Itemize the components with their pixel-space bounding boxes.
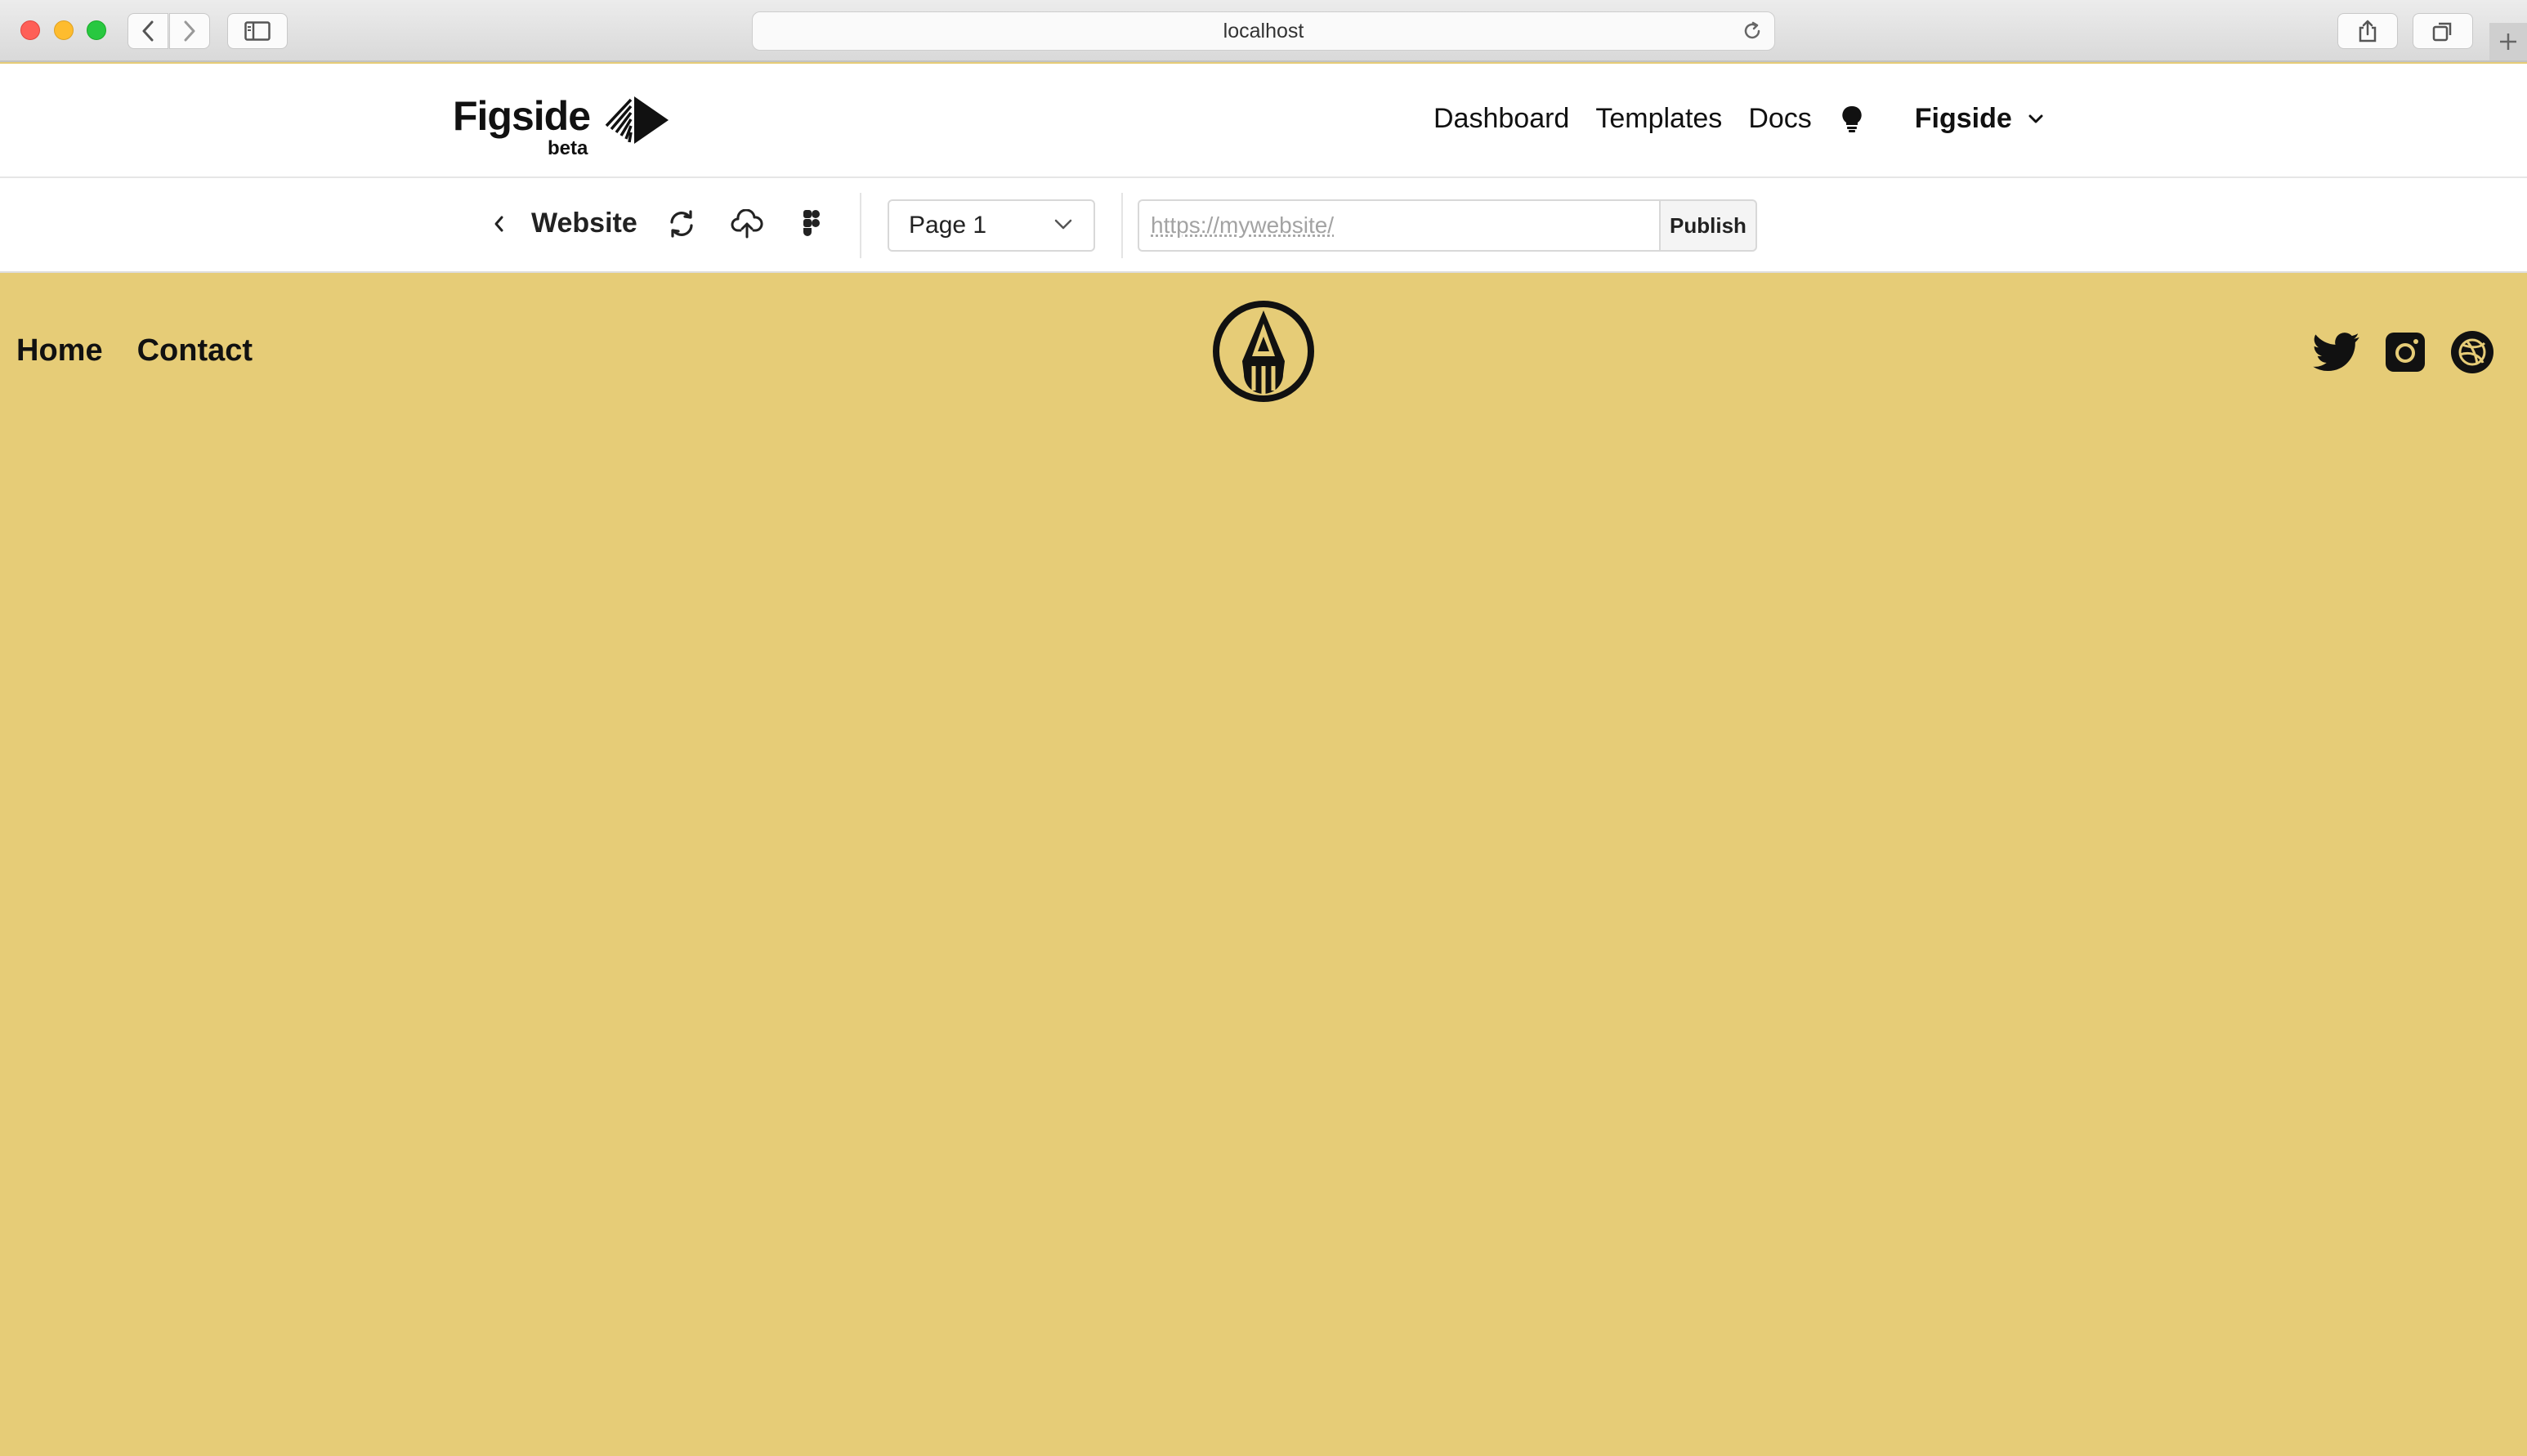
back-button[interactable]: [487, 211, 510, 237]
editor-toolbar: Website Page 1 Publish: [0, 178, 2527, 273]
site-title: Website: [531, 208, 637, 239]
lightbulb-icon[interactable]: [1841, 105, 1863, 133]
browser-forward-button[interactable]: [169, 13, 210, 49]
cloud-upload-icon[interactable]: [731, 209, 763, 240]
chevron-down-icon: [1054, 219, 1072, 230]
twitter-icon[interactable]: [2313, 333, 2360, 372]
site-nav-home[interactable]: Home: [16, 333, 103, 368]
page-select[interactable]: Page 1: [888, 199, 1095, 252]
plus-icon: [2500, 33, 2516, 50]
nav-link-dashboard[interactable]: Dashboard: [1433, 103, 1569, 135]
sidebar-icon: [244, 21, 271, 41]
account-menu[interactable]: Figside: [1915, 103, 2043, 135]
site-logo[interactable]: [1211, 299, 1316, 408]
figma-icon[interactable]: [803, 209, 821, 237]
main-nav: Dashboard Templates Docs Figside: [1433, 103, 2043, 135]
figside-logo-icon: [605, 96, 669, 144]
pencil-logo-icon: [1213, 301, 1314, 402]
chevron-left-icon: [494, 216, 503, 232]
forward-icon: [184, 20, 195, 42]
toolbar-divider: [860, 193, 861, 258]
brand-name: Figside: [453, 93, 591, 139]
new-tab-button[interactable]: [2489, 23, 2527, 60]
publish-button[interactable]: Publish: [1659, 199, 1757, 252]
site-url-input[interactable]: [1138, 199, 1661, 252]
nav-link-docs[interactable]: Docs: [1748, 103, 1811, 135]
site-nav: Home Contact: [16, 333, 287, 368]
address-text: localhost: [1223, 19, 1304, 42]
page-select-value: Page 1: [909, 212, 987, 239]
zoom-window-button[interactable]: [87, 20, 106, 40]
share-icon: [2359, 20, 2377, 42]
tabs-icon: [2432, 22, 2452, 42]
account-name: Figside: [1914, 103, 2012, 134]
browser-back-button[interactable]: [127, 13, 168, 49]
toolbar-divider: [1121, 193, 1123, 258]
back-icon: [142, 20, 154, 42]
site-preview: Home Contact: [0, 273, 2527, 1456]
browser-toolbar: localhost: [0, 0, 2527, 62]
nav-link-templates[interactable]: Templates: [1595, 103, 1722, 135]
instagram-icon[interactable]: [2385, 332, 2426, 373]
social-links: [2313, 330, 2519, 374]
address-bar[interactable]: localhost: [752, 11, 1775, 51]
site-nav-contact[interactable]: Contact: [137, 333, 253, 368]
share-button[interactable]: [2337, 13, 2398, 49]
minimize-window-button[interactable]: [54, 20, 74, 40]
beta-badge: beta: [548, 137, 588, 159]
sync-icon[interactable]: [667, 209, 696, 239]
dribbble-icon[interactable]: [2450, 330, 2494, 374]
app-header: Figside beta Dashboard Templates Docs Fi…: [0, 64, 2527, 178]
close-window-button[interactable]: [20, 20, 40, 40]
tabs-overview-button[interactable]: [2413, 13, 2473, 49]
brand[interactable]: Figside beta: [453, 93, 669, 159]
reload-icon[interactable]: [1742, 20, 1763, 47]
chevron-down-icon: [2028, 114, 2043, 123]
sidebar-toggle-button[interactable]: [227, 13, 288, 49]
